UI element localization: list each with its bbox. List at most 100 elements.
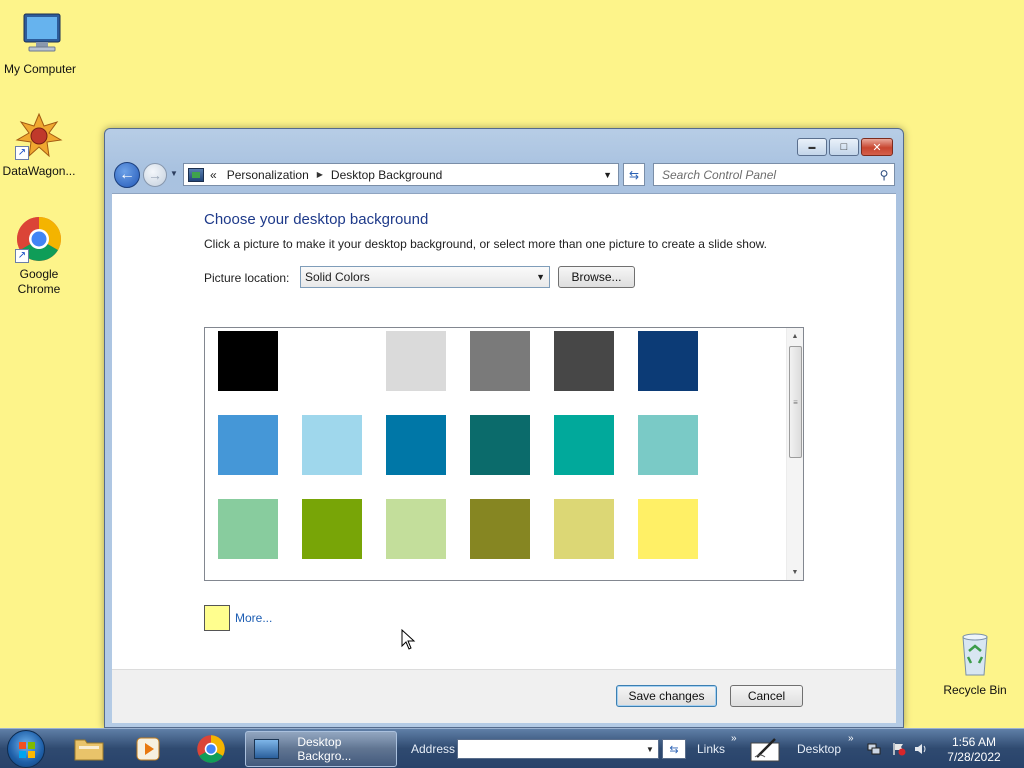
links-chevron-icon[interactable]: »	[731, 733, 737, 744]
back-arrow-icon: ←	[119, 166, 135, 183]
mouse-cursor-icon	[401, 629, 416, 650]
search-input[interactable]	[662, 167, 874, 182]
color-swatch[interactable]	[554, 331, 614, 391]
shortcut-arrow-icon: ↗	[15, 249, 29, 263]
page-title: Choose your desktop background	[204, 211, 429, 228]
page-subtitle: Click a picture to make it your desktop …	[204, 237, 767, 251]
shortcut-arrow-icon: ↗	[15, 146, 29, 160]
start-button[interactable]	[7, 730, 45, 768]
desktop-icon-google-chrome[interactable]: ↗ Google Chrome	[0, 215, 79, 297]
color-swatch[interactable]	[218, 499, 278, 559]
taskbar-desktop-label[interactable]: Desktop	[797, 742, 841, 756]
breadcrumb-separator-icon[interactable]: ▶	[317, 170, 323, 179]
desktop-icon-label: DataWagon...	[2, 164, 76, 178]
desktop-chevron-icon[interactable]: »	[848, 733, 854, 744]
color-swatch[interactable]	[554, 499, 614, 559]
taskbar-links-label[interactable]: Links	[697, 742, 725, 756]
color-swatch[interactable]	[470, 499, 530, 559]
search-icon[interactable]: ⚲	[874, 168, 894, 182]
control-panel-icon	[188, 167, 204, 182]
taskbar-task-label: Desktop Backgro...	[297, 735, 352, 763]
chrome-icon	[197, 735, 225, 763]
desktop-icon-recycle-bin[interactable]: Recycle Bin	[935, 631, 1015, 698]
address-bar[interactable]: « Personalization ▶ Desktop Background ▼	[183, 163, 619, 186]
desktop: My Computer ↗ DataWagon... ↗ Google Chro…	[0, 0, 1024, 728]
search-box[interactable]: ⚲	[653, 163, 895, 186]
caption-buttons: ▬ □ ✕	[797, 138, 893, 156]
my-computer-icon	[16, 10, 64, 58]
color-swatch[interactable]	[470, 331, 530, 391]
taskbar-address-input[interactable]	[458, 740, 642, 758]
color-swatch[interactable]	[638, 499, 698, 559]
forward-arrow-icon: →	[148, 167, 162, 183]
scroll-up-icon[interactable]: ▲	[787, 328, 803, 344]
cancel-button[interactable]: Cancel	[730, 685, 803, 707]
color-swatch[interactable]	[218, 415, 278, 475]
volume-icon[interactable]	[914, 742, 928, 756]
datawagon-icon: ↗	[15, 112, 63, 160]
taskbar-pin-notes[interactable]	[740, 733, 790, 765]
color-swatch[interactable]	[302, 415, 362, 475]
taskbar-address-go-button[interactable]: ⇆	[662, 739, 686, 759]
refresh-button[interactable]: ⇆	[623, 163, 645, 186]
picture-location-select[interactable]: Solid Colors ▼	[300, 266, 550, 288]
taskbar: Desktop Backgro... Address ▼ ⇆ Links » D…	[0, 728, 1024, 768]
gallery-scrollbar[interactable]: ▲ ≡ ▼	[786, 328, 803, 580]
chrome-icon: ↗	[15, 215, 63, 263]
scroll-down-icon[interactable]: ▼	[787, 564, 803, 580]
windows-logo-icon	[19, 742, 35, 758]
breadcrumb-overflow[interactable]: «	[210, 168, 217, 182]
clock-time: 1:56 AM	[951, 735, 997, 749]
breadcrumb-item-personalization[interactable]: Personalization	[227, 168, 309, 182]
picture-location-label: Picture location:	[204, 271, 290, 285]
desktop-icon-label: Recycle Bin	[943, 683, 1007, 697]
taskbar-task-desktop-background[interactable]: Desktop Backgro...	[245, 731, 397, 767]
desktop-icon-label: My Computer	[3, 62, 77, 76]
folder-icon	[74, 739, 104, 761]
taskbar-pin-chrome[interactable]	[184, 733, 238, 765]
close-button[interactable]: ✕	[861, 138, 893, 156]
content-pane: Choose your desktop background Click a p…	[112, 193, 896, 669]
taskbar-address-box[interactable]: ▼	[457, 739, 659, 759]
media-player-icon	[136, 737, 160, 761]
more-colors-link[interactable]: More...	[235, 611, 272, 625]
action-center-flag-icon[interactable]	[892, 742, 906, 756]
browse-button[interactable]: Browse...	[558, 266, 635, 288]
taskbar-pin-media-player[interactable]	[121, 733, 175, 765]
color-swatch[interactable]	[386, 415, 446, 475]
recycle-bin-icon	[951, 631, 999, 679]
color-swatch[interactable]	[386, 331, 446, 391]
window-footer: Save changes Cancel	[112, 669, 896, 723]
color-swatch[interactable]	[302, 331, 362, 391]
desktop-icon-datawagon[interactable]: ↗ DataWagon...	[0, 112, 79, 179]
go-icon: ⇆	[669, 743, 679, 756]
recent-pages-dropdown[interactable]: ▼	[170, 169, 178, 178]
refresh-icon: ⇆	[628, 167, 640, 182]
taskbar-pin-explorer[interactable]	[62, 733, 116, 765]
desktop-icon-label: Google Chrome	[17, 267, 61, 296]
color-swatch[interactable]	[638, 415, 698, 475]
network-icon[interactable]	[867, 742, 881, 756]
selected-color-swatch[interactable]	[204, 605, 230, 631]
address-dropdown-icon[interactable]: ▼	[603, 170, 612, 180]
taskbar-address-label: Address	[411, 742, 456, 756]
color-swatch[interactable]	[470, 415, 530, 475]
desktop-icon-my-computer[interactable]: My Computer	[0, 10, 80, 77]
save-changes-button[interactable]: Save changes	[616, 685, 717, 707]
minimize-button[interactable]: ▬	[797, 138, 827, 156]
color-swatch[interactable]	[218, 331, 278, 391]
back-button[interactable]: ←	[114, 162, 140, 188]
breadcrumb-item-desktop-background[interactable]: Desktop Background	[331, 168, 442, 182]
chevron-down-icon[interactable]: ▼	[642, 745, 658, 754]
color-swatch[interactable]	[302, 499, 362, 559]
color-swatch[interactable]	[554, 415, 614, 475]
color-gallery: ▲ ≡ ▼	[204, 327, 804, 581]
color-swatch[interactable]	[386, 499, 446, 559]
clock-date: 7/28/2022	[947, 750, 1001, 764]
color-swatch[interactable]	[638, 331, 698, 391]
system-clock[interactable]: 1:56 AM 7/28/2022	[944, 735, 1004, 765]
maximize-button[interactable]: □	[829, 138, 859, 156]
scroll-thumb[interactable]: ≡	[789, 346, 802, 458]
desktop-background-window: ▬ □ ✕ ← → ▼ « Personalization ▶ Desktop …	[104, 128, 904, 728]
forward-button[interactable]: →	[143, 163, 167, 187]
